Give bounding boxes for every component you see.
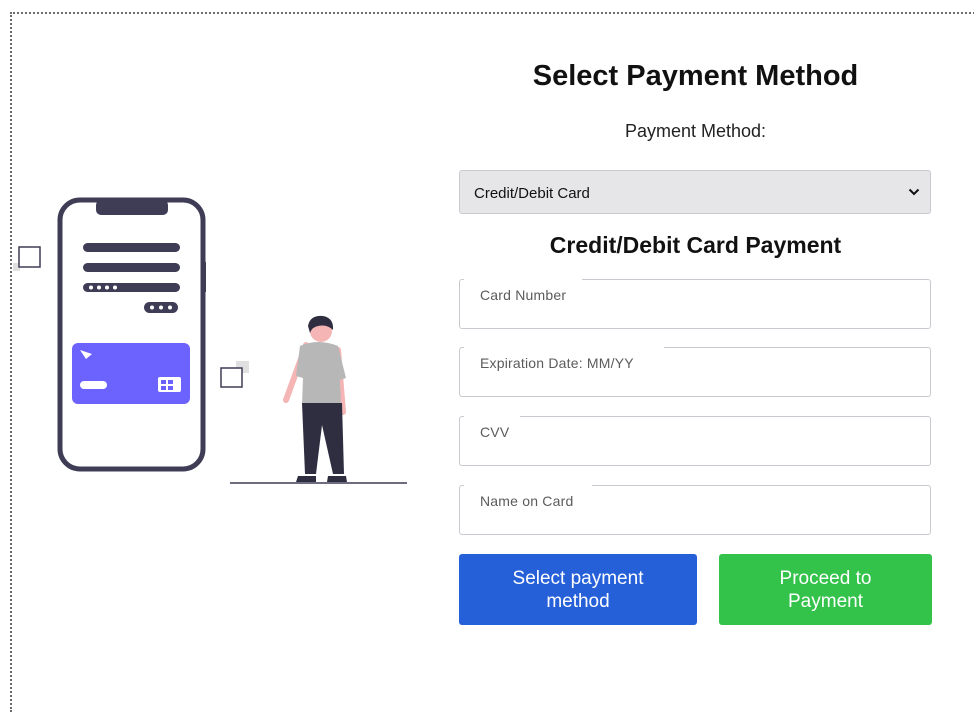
decorative-square-left	[13, 246, 41, 271]
chevron-down-icon	[908, 188, 920, 196]
payment-method-label: Payment Method:	[624, 121, 767, 141]
proceed-to-payment-button[interactable]: Proceed to Payment	[719, 554, 932, 625]
expiration-date-field[interactable]: Expiration Date: MM/YY	[459, 346, 931, 397]
name-on-card-field[interactable]: Name on Card	[459, 484, 931, 535]
cvv-placeholder: CVV	[480, 424, 510, 440]
decorative-square-middle	[220, 361, 249, 388]
payment-illustration	[13, 197, 407, 484]
card-payment-heading: Credit/Debit Card Payment	[549, 232, 842, 258]
name-on-card-placeholder: Name on Card	[480, 493, 574, 509]
card-number-field[interactable]: Card Number	[459, 278, 931, 329]
person-figure	[283, 315, 347, 482]
cvv-field[interactable]: CVV	[459, 415, 931, 466]
phone-icon	[57, 197, 206, 472]
page-title: Select Payment Method	[532, 60, 859, 92]
payment-method-select[interactable]: Credit/Debit Card	[459, 170, 931, 214]
payment-method-selected-value: Credit/Debit Card	[474, 185, 590, 202]
credit-card-icon	[72, 343, 190, 404]
card-number-placeholder: Card Number	[480, 287, 567, 303]
select-payment-method-button[interactable]: Select payment method	[459, 554, 697, 625]
expiration-date-placeholder: Expiration Date: MM/YY	[480, 355, 634, 371]
